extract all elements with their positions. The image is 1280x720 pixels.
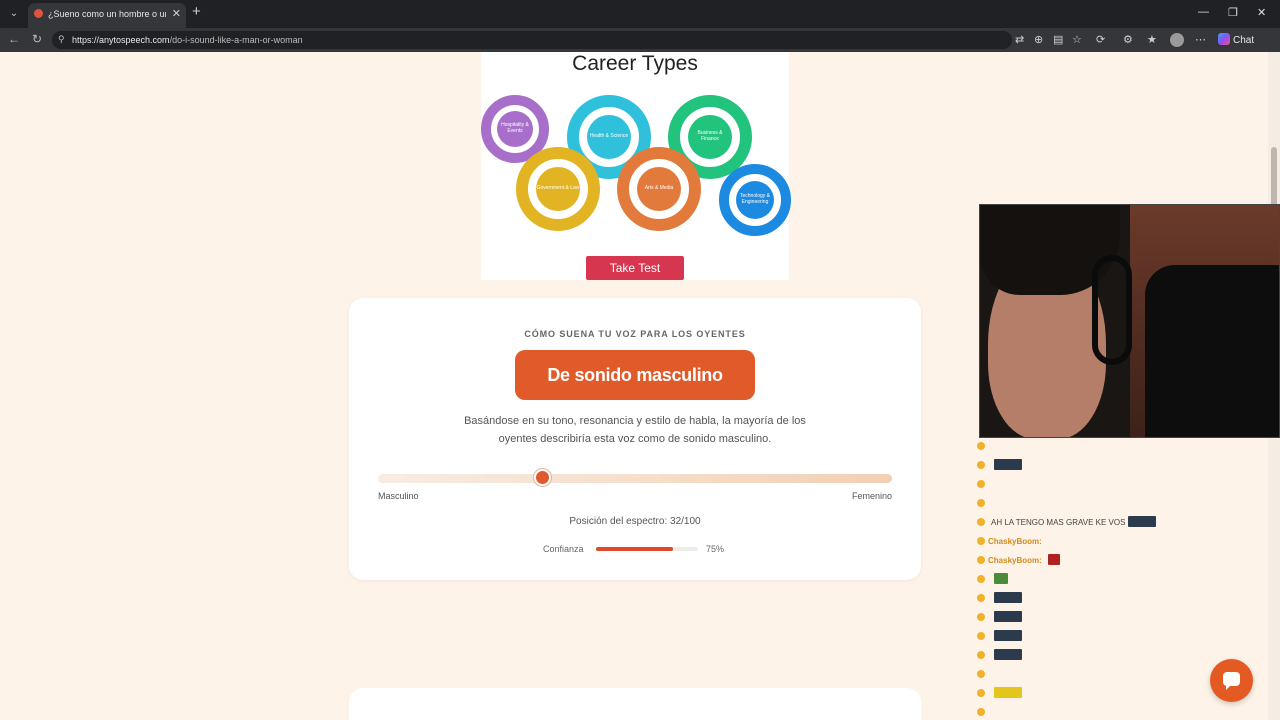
minimize-button[interactable]: —: [1198, 6, 1209, 18]
chat-badge-icon: [977, 442, 985, 450]
career-circle-label: Government & Law: [536, 167, 580, 211]
chat-username: ChaskyBoom:: [988, 537, 1042, 546]
tab-search-icon[interactable]: ⌄: [6, 6, 22, 22]
chat-username: ChaskyBoom:: [988, 556, 1042, 565]
webcam-overlay: [979, 204, 1280, 438]
more-menu-icon[interactable]: ⋯: [1195, 33, 1206, 46]
chat-emote-icon: [994, 573, 1008, 584]
favorites-icon[interactable]: ★: [1147, 33, 1157, 46]
tab-close-icon[interactable]: ✕: [172, 7, 181, 20]
result-explanation: Basándose en su tono, resonancia y estil…: [464, 415, 806, 445]
reload-icon[interactable]: ↻: [32, 32, 42, 46]
chat-badge-icon: [977, 689, 985, 697]
chat-message: [977, 437, 1268, 456]
tab-active[interactable]: ¿Sueno como un hombre o una m ✕: [28, 3, 186, 28]
take-test-button[interactable]: Take Test: [586, 256, 684, 280]
chat-message: [977, 589, 1268, 608]
profile-avatar[interactable]: [1170, 33, 1184, 47]
copilot-icon: [1218, 33, 1230, 45]
chat-message: [977, 627, 1268, 646]
chat-badge-icon: [977, 556, 985, 564]
chat-emote-icon: [994, 687, 1022, 698]
chat-emote-icon: [994, 649, 1022, 660]
scale-label-masculine: Masculino: [378, 491, 419, 501]
chat-bubble-icon: [1223, 672, 1240, 690]
scale-label-feminine: Femenino: [851, 491, 892, 501]
reader-icon[interactable]: ▤: [1053, 33, 1063, 46]
confidence-fill: [596, 547, 673, 551]
career-circle-label: Business & Finance: [688, 115, 732, 159]
refresh-extension-icon[interactable]: ⟳: [1096, 33, 1105, 46]
copilot-chat-button[interactable]: Chat: [1218, 33, 1254, 46]
chat-badge-icon: [977, 575, 985, 583]
address-bar: ← ↻ ⚲ https://anytospeech.com/do-i-sound…: [0, 28, 1280, 52]
close-window-button[interactable]: ✕: [1257, 6, 1266, 19]
chat-badge-icon: [977, 632, 985, 640]
chat-message: ChaskyBoom:: [977, 551, 1268, 570]
chat-message: ChaskyBoom:: [977, 532, 1268, 551]
extensions-icon[interactable]: ⚙: [1123, 33, 1133, 46]
chat-badge-icon: [977, 613, 985, 621]
chat-emote-icon: [994, 611, 1022, 622]
url-text: https://anytospeech.com/do-i-sound-like-…: [72, 35, 303, 45]
next-section-card: [349, 688, 921, 720]
chat-emote-icon: [994, 592, 1022, 603]
spectrum-marker: [533, 469, 551, 486]
spectrum-track: [378, 474, 892, 483]
confidence-value: 75%: [706, 544, 725, 554]
zoom-icon[interactable]: ⊕: [1034, 33, 1043, 46]
url-field[interactable]: ⚲ https://anytospeech.com/do-i-sound-lik…: [52, 31, 1012, 49]
ad-title: Career Types: [572, 52, 698, 75]
career-ad[interactable]: Career Types Hospitality & Events Health …: [481, 52, 791, 280]
headset: [1092, 255, 1132, 365]
chat-emote-icon: [1128, 516, 1157, 527]
confidence-bar: [596, 547, 698, 551]
favorite-star-icon[interactable]: ☆: [1072, 33, 1082, 46]
chat-badge-icon: [977, 499, 985, 507]
career-circle-label: Arts & Media: [637, 167, 681, 211]
chat-badge-icon: [977, 461, 985, 469]
chat-badge-icon: [977, 480, 985, 488]
chat-emote-icon: [994, 630, 1022, 641]
chat-widget-button[interactable]: [1210, 659, 1253, 702]
chat-badge-icon: [977, 594, 985, 602]
tab-bar: ⌄ ¿Sueno como un hombre o una m ✕ + — ❐ …: [0, 0, 1280, 28]
url-path: /do-i-sound-like-a-man-or-woman: [169, 35, 303, 45]
back-icon[interactable]: ←: [8, 32, 20, 46]
confidence-label: Confianza: [543, 544, 584, 554]
result-card: CÓMO SUENA TU VOZ PARA LOS OYENTES De so…: [349, 298, 921, 580]
chat-badge-icon: [977, 537, 985, 545]
career-circle-label: Technology & Engineering: [736, 181, 774, 219]
chat-badge-icon: [977, 670, 985, 678]
chat-message: [977, 570, 1268, 589]
chat-message: [977, 608, 1268, 627]
chat-emote-icon: [1047, 554, 1060, 565]
chat-message: [977, 475, 1268, 494]
tab-title: ¿Sueno como un hombre o una m: [48, 9, 166, 19]
site-favicon-icon: [34, 9, 43, 18]
url-domain: https://anytospeech.com: [72, 35, 170, 45]
webcam-chair: [1145, 265, 1279, 437]
chat-message: AH LA TENGO MAS GRAVE KE VOS: [977, 513, 1268, 532]
chat-message: [977, 494, 1268, 513]
restore-button[interactable]: ❐: [1228, 6, 1238, 19]
career-circle-label: Health & Science: [587, 115, 631, 159]
site-info-icon[interactable]: ⚲: [58, 34, 65, 45]
chat-label: Chat: [1233, 35, 1255, 46]
chat-message: [977, 456, 1268, 475]
career-circle-label: Hospitality & Events: [497, 111, 533, 147]
chat-text: AH LA TENGO MAS GRAVE KE VOS: [991, 518, 1126, 527]
chat-badge-icon: [977, 518, 985, 526]
chat-message: [977, 703, 1268, 720]
translate-icon[interactable]: ⇄: [1015, 33, 1024, 46]
spectrum-position: Posición del espectro: 32/100: [569, 516, 701, 527]
chat-badge-icon: [977, 651, 985, 659]
verdict-badge: De sonido masculino: [515, 350, 755, 400]
result-eyebrow: CÓMO SUENA TU VOZ PARA LOS OYENTES: [524, 329, 746, 339]
chat-emote-icon: [994, 459, 1022, 470]
new-tab-button[interactable]: +: [192, 3, 201, 20]
chat-badge-icon: [977, 708, 985, 716]
